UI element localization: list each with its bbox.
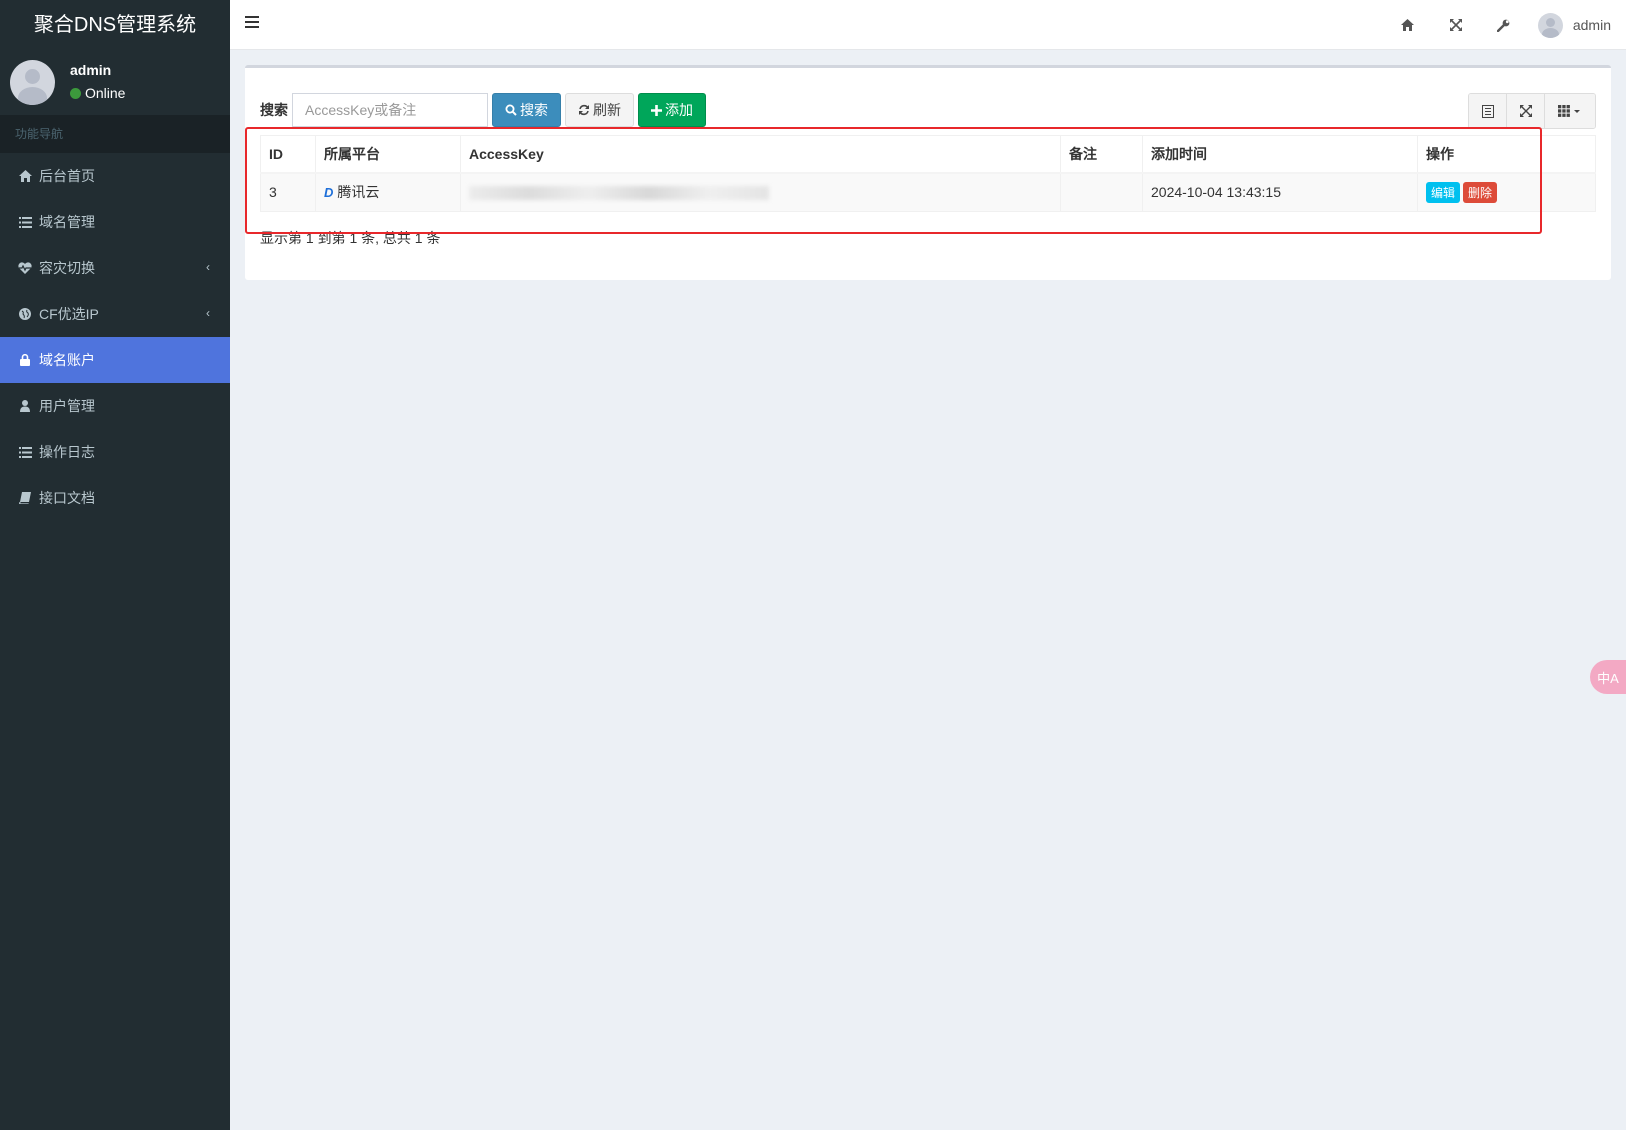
search-input[interactable] <box>292 93 488 127</box>
search-icon <box>505 104 517 116</box>
home-icon[interactable] <box>1384 0 1432 50</box>
nav-header: 功能导航 <box>0 115 230 153</box>
sidebar-item-label: CF优选IP <box>39 306 99 322</box>
sidebar: 聚合DNS管理系统 admin Online 功能导航 后台首页 域名管理 容灾… <box>0 0 230 1130</box>
list-icon <box>18 445 32 459</box>
user-icon <box>18 399 32 413</box>
refresh-icon <box>578 104 590 116</box>
plus-icon <box>651 104 662 116</box>
sidebar-item-label: 容灾切换 <box>39 260 95 276</box>
sidebar-item-api-docs[interactable]: 接口文档 <box>0 475 230 521</box>
sidebar-item-cf-ip[interactable]: CF优选IP ‹ <box>0 291 230 337</box>
topbar-icons: admin <box>1384 0 1626 50</box>
fullscreen-button[interactable] <box>1507 94 1545 128</box>
translate-icon[interactable]: 中A <box>1590 660 1626 694</box>
book-icon <box>18 491 32 505</box>
user-menu[interactable]: admin <box>1528 12 1626 38</box>
home-icon <box>18 169 32 183</box>
search-button[interactable]: 搜索 <box>492 93 561 127</box>
lock-icon <box>18 353 32 367</box>
sidebar-item-domain-accounts[interactable]: 域名账户 <box>0 337 230 383</box>
toggle-view-button[interactable] <box>1469 94 1507 128</box>
avatar <box>1537 12 1563 38</box>
columns-dropdown-button[interactable] <box>1545 94 1595 128</box>
add-button[interactable]: 添加 <box>638 93 706 127</box>
search-label: 搜索 <box>260 102 288 118</box>
menu-toggle-icon[interactable] <box>245 16 259 31</box>
fullscreen-icon[interactable] <box>1432 0 1480 50</box>
chevron-left-icon: ‹ <box>206 260 210 274</box>
list-view-icon <box>1481 104 1494 118</box>
sidebar-item-home[interactable]: 后台首页 <box>0 153 230 199</box>
user-status: Online <box>70 85 125 101</box>
sidebar-item-failover[interactable]: 容灾切换 ‹ <box>0 245 230 291</box>
globe-icon <box>18 307 32 321</box>
topbar-username: admin <box>1572 17 1611 33</box>
sidebar-item-label: 操作日志 <box>39 444 95 460</box>
wrench-icon[interactable] <box>1480 0 1528 50</box>
sidebar-item-domains[interactable]: 域名管理 <box>0 199 230 245</box>
list-icon <box>18 215 32 229</box>
topbar: admin <box>230 0 1626 50</box>
user-name: admin <box>70 62 112 78</box>
search-button-label: 搜索 <box>520 102 548 118</box>
sidebar-item-label: 后台首页 <box>39 168 95 184</box>
sidebar-item-label: 接口文档 <box>39 490 95 506</box>
user-status-label: Online <box>85 85 126 101</box>
sidebar-item-label: 域名管理 <box>39 214 95 230</box>
chevron-left-icon: ‹ <box>206 306 210 320</box>
sidebar-item-users[interactable]: 用户管理 <box>0 383 230 429</box>
table-tools <box>1468 93 1596 129</box>
sidebar-item-label: 域名账户 <box>39 352 95 368</box>
sidebar-item-logs[interactable]: 操作日志 <box>0 429 230 475</box>
fullscreen-icon <box>1519 105 1532 117</box>
grid-icon <box>1558 105 1580 117</box>
heartbeat-icon <box>18 261 32 275</box>
search-toolbar: 搜索 搜索 刷新 添加 <box>260 93 710 127</box>
sidebar-item-label: 用户管理 <box>39 398 95 414</box>
refresh-button[interactable]: 刷新 <box>565 93 634 127</box>
highlight-box <box>245 127 1542 234</box>
refresh-button-label: 刷新 <box>593 102 621 118</box>
online-dot-icon <box>70 87 81 99</box>
add-button-label: 添加 <box>665 102 693 118</box>
avatar <box>10 60 55 105</box>
user-panel: admin Online <box>0 50 230 115</box>
app-title[interactable]: 聚合DNS管理系统 <box>0 0 230 50</box>
